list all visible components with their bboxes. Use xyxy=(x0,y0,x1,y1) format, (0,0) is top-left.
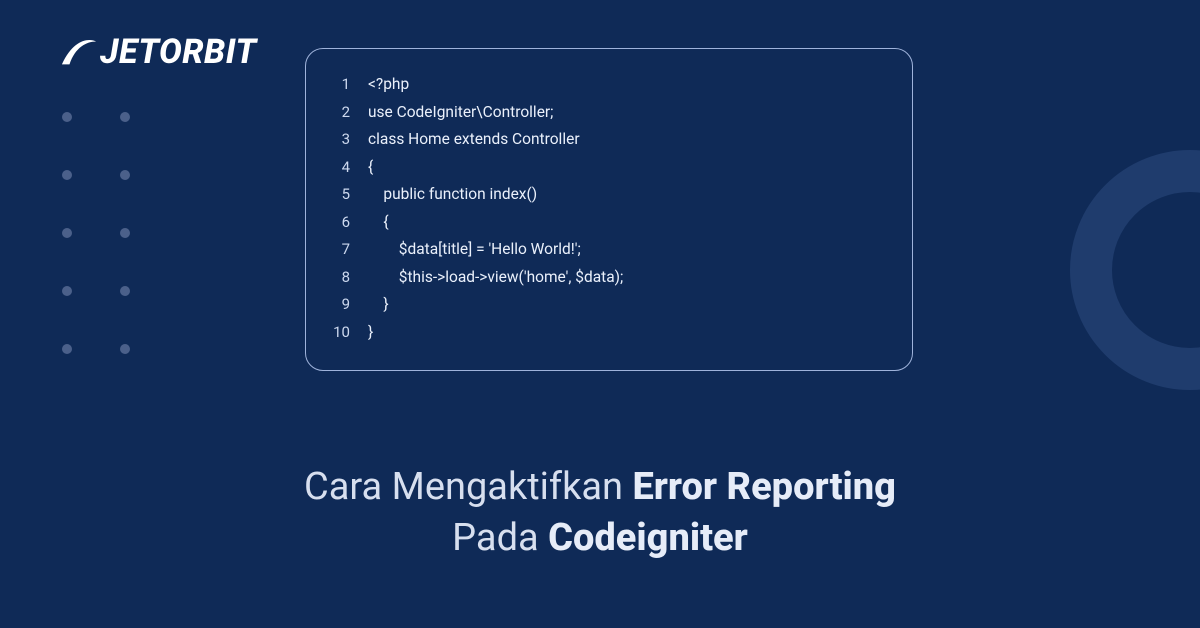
decorative-dot-grid xyxy=(62,112,130,354)
code-text: $data[title] = 'Hello World!'; xyxy=(368,242,581,258)
code-line: 7 $data[title] = 'Hello World!'; xyxy=(332,236,886,264)
line-number: 6 xyxy=(332,215,350,230)
code-line: 4 { xyxy=(332,154,886,182)
line-number: 9 xyxy=(332,297,350,312)
line-number: 3 xyxy=(332,132,350,147)
code-snippet-box: 1 <?php 2 use CodeIgniter\Controller; 3 … xyxy=(305,48,913,371)
code-text: use CodeIgniter\Controller; xyxy=(368,105,553,121)
code-text: class Home extends Controller xyxy=(368,132,580,148)
brand-logo: JETORBIT xyxy=(60,32,257,72)
code-text: public function index() xyxy=(368,187,537,203)
code-line: 1 <?php xyxy=(332,71,886,99)
code-text: $this->load->view('home', $data); xyxy=(368,270,623,286)
code-line: 5 public function index() xyxy=(332,181,886,209)
headline-bold: Codeigniter xyxy=(548,516,748,560)
code-text: } xyxy=(368,297,389,313)
code-text: { xyxy=(368,215,389,231)
code-line: 6 { xyxy=(332,209,886,237)
logo-swoosh-icon xyxy=(60,35,98,69)
line-number: 2 xyxy=(332,105,350,120)
headline-bold: Error Reporting xyxy=(632,465,896,509)
brand-name: JETORBIT xyxy=(100,32,257,72)
code-text: <?php xyxy=(368,77,409,93)
code-line: 3 class Home extends Controller xyxy=(332,126,886,154)
code-line: 9 } xyxy=(332,291,886,319)
code-line: 8 $this->load->view('home', $data); xyxy=(332,264,886,292)
line-number: 8 xyxy=(332,270,350,285)
line-number: 7 xyxy=(332,242,350,257)
code-line: 2 use CodeIgniter\Controller; xyxy=(332,99,886,127)
headline-part: Cara Mengaktifkan xyxy=(304,465,632,509)
page-title: Cara Mengaktifkan Error Reporting Pada C… xyxy=(0,462,1200,565)
headline-part: Pada xyxy=(452,516,548,560)
decorative-ring xyxy=(1070,150,1200,390)
line-number: 10 xyxy=(332,325,350,340)
line-number: 5 xyxy=(332,187,350,202)
code-text: { xyxy=(368,160,373,176)
code-text: } xyxy=(368,325,373,341)
code-line: 10 } xyxy=(332,319,886,347)
line-number: 4 xyxy=(332,160,350,175)
line-number: 1 xyxy=(332,77,350,92)
